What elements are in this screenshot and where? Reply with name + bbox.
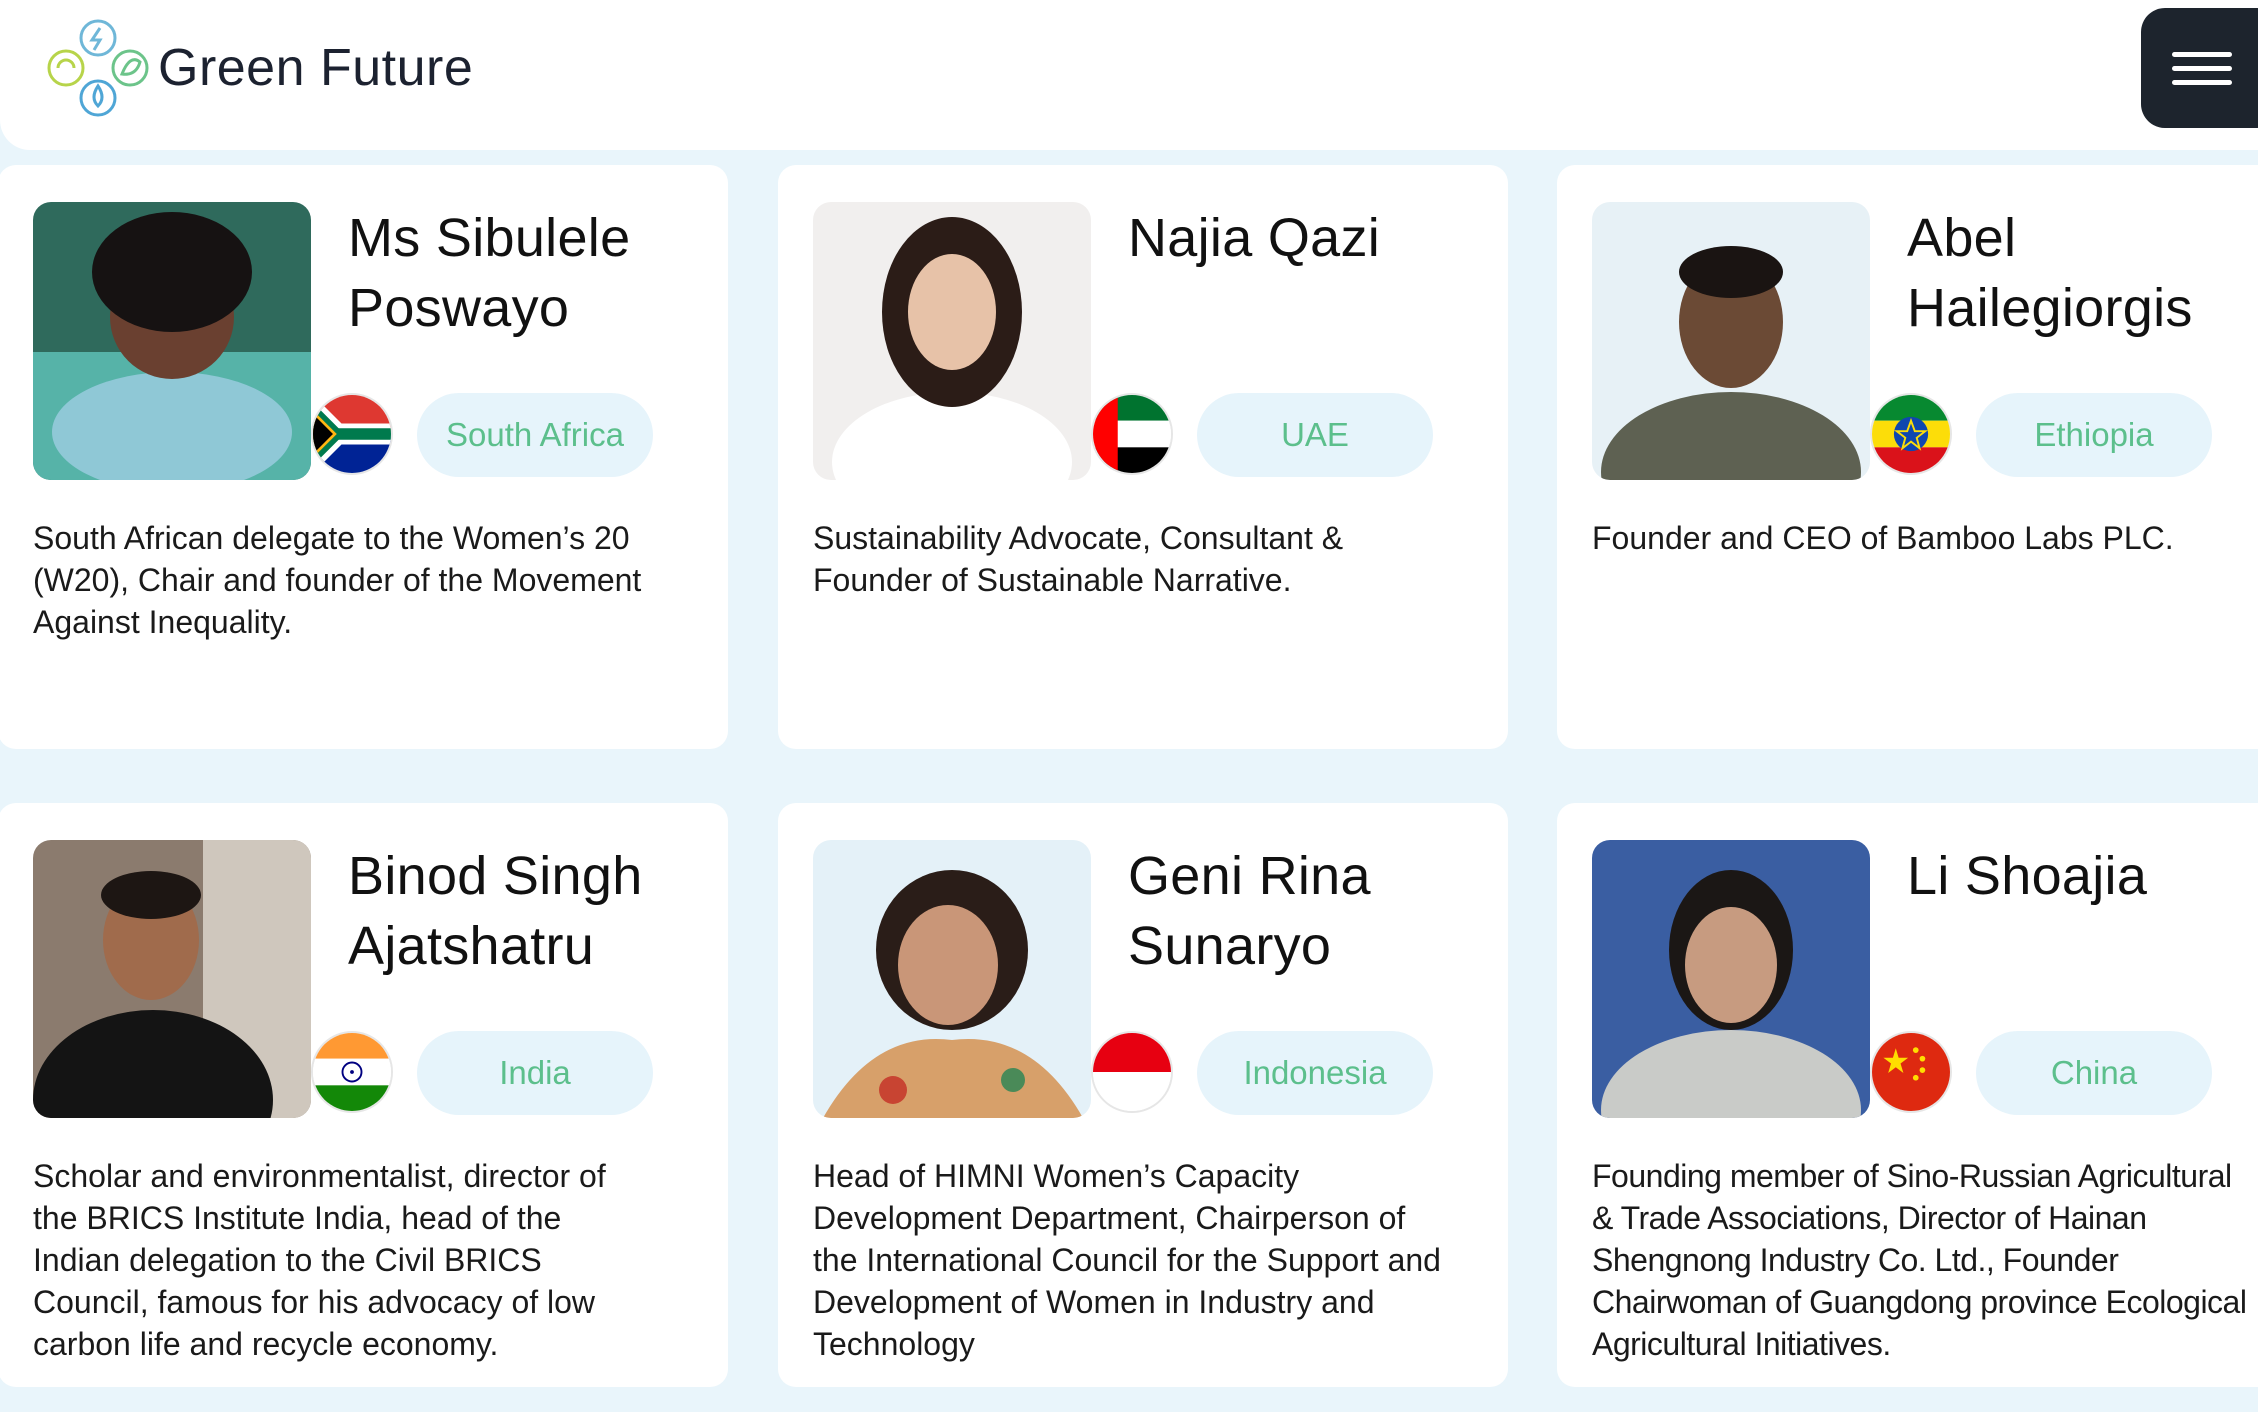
hamburger-menu-icon (2172, 52, 2232, 57)
hamburger-menu-icon (2172, 66, 2232, 71)
country-badge[interactable]: China (1976, 1031, 2212, 1115)
country-badge[interactable]: Ethiopia (1976, 393, 2212, 477)
speaker-photo (813, 202, 1091, 480)
brand-name[interactable]: Green Future (158, 38, 473, 98)
speaker-name: Najia Qazi (1128, 208, 1381, 268)
china-flag-icon (1870, 1031, 1952, 1113)
site-header: Green Future (0, 0, 2258, 150)
ethiopia-flag-icon (1870, 393, 1952, 475)
speaker-name: Abel Hailegiorgis (1907, 208, 2193, 338)
speaker-photo (1592, 840, 1870, 1118)
speaker-photo (1592, 202, 1870, 480)
speaker-name: Binod Singh Ajatshatru (348, 846, 643, 976)
uae-flag-icon (1091, 393, 1173, 475)
country-badge[interactable]: India (417, 1031, 653, 1115)
green-future-logo-icon[interactable] (44, 16, 152, 120)
speaker-card: Najia Qazi UAE Sustainability Advocate, … (778, 165, 1508, 749)
speaker-photo (33, 202, 311, 480)
speaker-description: Scholar and environmentalist, director o… (33, 1158, 606, 1362)
speaker-description: Founder and CEO of Bamboo Labs PLC. (1592, 520, 2174, 556)
speaker-photo (813, 840, 1091, 1118)
speaker-card: Binod Singh Ajatshatru India Scholar and… (0, 803, 728, 1387)
country-badge[interactable]: UAE (1197, 393, 1433, 477)
speaker-card: Geni Rina Sunaryo Indonesia Head of HIMN… (778, 803, 1508, 1387)
speaker-name: Li Shoajia (1907, 846, 2148, 906)
speaker-name: Ms Sibulele Poswayo (348, 208, 631, 338)
speaker-card: Abel Hailegiorgis Ethiopia Founder and C… (1557, 165, 2258, 749)
india-flag-icon (311, 1031, 393, 1113)
south-africa-flag-icon (311, 393, 393, 475)
speaker-description: Sustainability Advocate, Consultant & Fo… (813, 520, 1344, 598)
indonesia-flag-icon (1091, 1031, 1173, 1113)
country-badge[interactable]: Indonesia (1197, 1031, 1433, 1115)
speaker-description: Founding member of Sino-Russian Agricult… (1592, 1158, 2247, 1362)
hamburger-menu-icon (2172, 80, 2232, 85)
speaker-description: Head of HIMNI Women’s Capacity Developme… (813, 1158, 1441, 1362)
speaker-card: Ms Sibulele Poswayo South Africa South A… (0, 165, 728, 749)
speaker-description: South African delegate to the Women’s 20… (33, 520, 642, 640)
hamburger-menu-button[interactable] (2141, 8, 2258, 128)
speaker-name: Geni Rina Sunaryo (1128, 846, 1371, 976)
speaker-photo (33, 840, 311, 1118)
country-badge[interactable]: South Africa (417, 393, 653, 477)
speaker-card: Li Shoajia China Founding member of Sino… (1557, 803, 2258, 1387)
